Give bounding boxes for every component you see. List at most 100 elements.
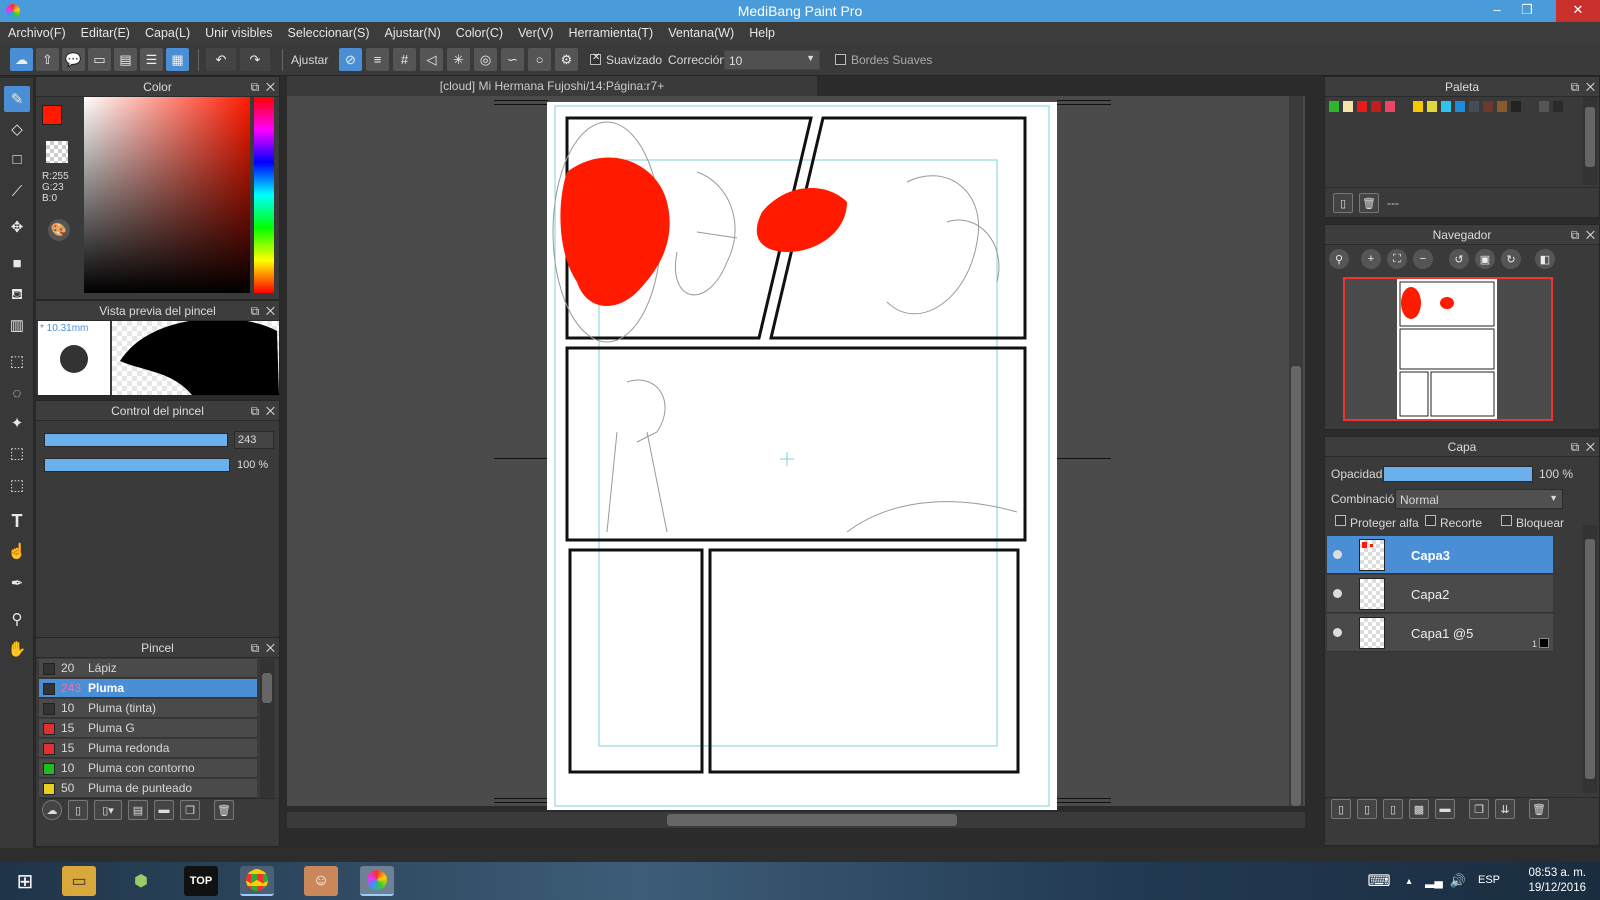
keyboard-icon[interactable]: ⌨	[1364, 866, 1394, 896]
snap-parallel-icon[interactable]: ≡	[366, 48, 389, 71]
brush-item[interactable]: 15 Pluma G	[39, 719, 257, 738]
fit-icon[interactable]: ⛶	[1387, 249, 1407, 269]
show-hidden-icons-icon[interactable]: ▴	[1402, 866, 1416, 896]
popout-icon[interactable]: ⧉	[251, 641, 260, 655]
popout-icon[interactable]: ⧉	[251, 304, 260, 318]
palette-swatch[interactable]	[1525, 101, 1535, 112]
palette-swatch[interactable]	[1343, 101, 1353, 112]
medibang-taskbar-icon[interactable]	[360, 866, 394, 896]
suavizado-checkbox[interactable]	[590, 52, 601, 65]
page-list-icon[interactable]: ☰	[140, 48, 163, 71]
snap-settings-icon[interactable]: ⚙	[555, 48, 578, 71]
palette-swatch[interactable]	[1469, 101, 1479, 112]
minimize-button[interactable]: –	[1482, 0, 1512, 22]
menu-help[interactable]: Help	[749, 26, 775, 40]
close-icon[interactable]: ✕	[266, 404, 275, 418]
bordes-suaves-checkbox[interactable]	[835, 54, 846, 65]
clip-checkbox[interactable]	[1425, 515, 1436, 526]
primary-color-swatch[interactable]	[42, 105, 62, 125]
visibility-icon[interactable]	[1333, 628, 1342, 637]
popout-icon[interactable]: ⧉	[251, 80, 260, 94]
language-indicator[interactable]: ESP	[1478, 874, 1500, 886]
rect-tool-icon[interactable]: □	[4, 146, 30, 172]
rotate-right-icon[interactable]: ↻	[1501, 249, 1521, 269]
text-tool-icon[interactable]: T	[4, 508, 30, 534]
brush-folder-icon[interactable]: ▬	[154, 800, 174, 820]
scroll-thumb[interactable]	[1291, 366, 1301, 806]
fill-rect-tool-icon[interactable]: ■	[4, 250, 30, 276]
flip-icon[interactable]: ◧	[1535, 249, 1555, 269]
brush-item[interactable]: 50 Pluma de punteado	[39, 779, 257, 798]
saturation-value-picker[interactable]	[84, 97, 250, 293]
comment-icon[interactable]: 💬	[62, 48, 85, 71]
brush-item[interactable]: 10 Pluma con contorno	[39, 759, 257, 778]
operation-tool-icon[interactable]: ☝	[4, 538, 30, 564]
menu-unir-visibles[interactable]: Unir visibles	[205, 26, 272, 40]
undo-icon[interactable]: ↶	[206, 48, 236, 71]
delete-layer-icon[interactable]: 🗑	[1529, 799, 1549, 819]
new-layer-1bit-icon[interactable]: ▯	[1383, 799, 1403, 819]
menu-color[interactable]: Color(C)	[456, 26, 503, 40]
visibility-icon[interactable]	[1333, 550, 1342, 559]
eyedropper-tool-icon[interactable]: ⚲	[4, 606, 30, 632]
move-tool-icon[interactable]: ✥	[4, 214, 30, 240]
snap-grid-icon[interactable]: #	[393, 48, 416, 71]
rotate-left-icon[interactable]: ↺	[1449, 249, 1469, 269]
menu-archivo[interactable]: Archivo(F)	[8, 26, 66, 40]
network-icon[interactable]: ▂▄	[1424, 866, 1444, 896]
magic-wand-icon[interactable]: ✦	[4, 410, 30, 436]
game-avatar-icon[interactable]: ☺	[304, 866, 338, 896]
correccion-select[interactable]: 10 ▼	[724, 50, 820, 70]
menu-ventana[interactable]: Ventana(W)	[668, 26, 734, 40]
popout-icon[interactable]: ⧉	[1571, 228, 1580, 242]
scroll-thumb[interactable]	[1585, 107, 1595, 167]
brush-item-selected[interactable]: 243 Pluma	[39, 679, 257, 698]
snap-concentric-icon[interactable]: ◎	[474, 48, 497, 71]
brush-tool-icon[interactable]: ✎	[4, 86, 30, 112]
blend-select[interactable]: Normal ▼	[1395, 489, 1563, 509]
transparent-swatch[interactable]	[46, 141, 68, 163]
brush-cloud-icon[interactable]: ☁	[42, 800, 62, 820]
zoom-icon[interactable]: ⚲	[1329, 249, 1349, 269]
new-palette-icon[interactable]: ▯	[1333, 193, 1353, 213]
windows-start-icon[interactable]: ⊞	[8, 866, 42, 896]
snap-radial-icon[interactable]: ✳	[447, 48, 470, 71]
delete-brush-icon[interactable]: 🗑	[214, 800, 234, 820]
palette-swatch[interactable]	[1497, 101, 1507, 112]
menu-capa[interactable]: Capa(L)	[145, 26, 190, 40]
page-icon[interactable]: ▤	[114, 48, 137, 71]
gradient-tool-icon[interactable]: ▥	[4, 312, 30, 338]
maximize-button[interactable]: ❐	[1512, 0, 1542, 22]
taskbar-clock[interactable]: 08:53 a. m. 19/12/2016	[1528, 866, 1586, 896]
duplicate-brush-icon[interactable]: ❐	[180, 800, 200, 820]
palette-swatch[interactable]	[1413, 101, 1423, 112]
new-layer-8bit-icon[interactable]: ▯	[1357, 799, 1377, 819]
close-icon[interactable]: ✕	[266, 641, 275, 655]
palette-swatch[interactable]	[1553, 101, 1563, 112]
add-brush-dropdown-icon[interactable]: ▯▾	[94, 800, 122, 820]
file-explorer-icon[interactable]: ▭	[62, 866, 96, 896]
new-layer-icon[interactable]: ▯	[1331, 799, 1351, 819]
cloud-save-icon[interactable]: ☁	[10, 48, 33, 71]
delete-palette-icon[interactable]: 🗑	[1359, 193, 1379, 213]
palette-swatch[interactable]	[1357, 101, 1367, 112]
palette-swatch[interactable]	[1511, 101, 1521, 112]
close-icon[interactable]: ✕	[1586, 440, 1595, 454]
layer-folder-icon[interactable]: ▬	[1435, 799, 1455, 819]
popout-icon[interactable]: ⧉	[251, 404, 260, 418]
layer-opacity-slider[interactable]	[1383, 466, 1533, 482]
page-manager-icon[interactable]: ▦	[166, 48, 189, 71]
brush-item[interactable]: 15 Pluma redonda	[39, 739, 257, 758]
snap-perspective-icon[interactable]: ◁	[420, 48, 443, 71]
layer-row[interactable]: Capa1 @5 1	[1327, 614, 1553, 652]
lock-checkbox[interactable]	[1501, 515, 1512, 526]
menu-editar[interactable]: Editar(E)	[81, 26, 130, 40]
new-brush-icon[interactable]: ▯	[68, 800, 88, 820]
palette-swatch[interactable]	[1371, 101, 1381, 112]
palette-swatch[interactable]	[1329, 101, 1339, 112]
menu-herramienta[interactable]: Herramienta(T)	[568, 26, 653, 40]
bucket-tool-icon[interactable]: ⛾	[4, 282, 30, 308]
top-latino-radio-icon[interactable]: TOP	[184, 866, 218, 896]
dropper-tool-icon[interactable]: ✒	[4, 570, 30, 596]
select-pen-icon[interactable]: ⬚	[4, 440, 30, 466]
